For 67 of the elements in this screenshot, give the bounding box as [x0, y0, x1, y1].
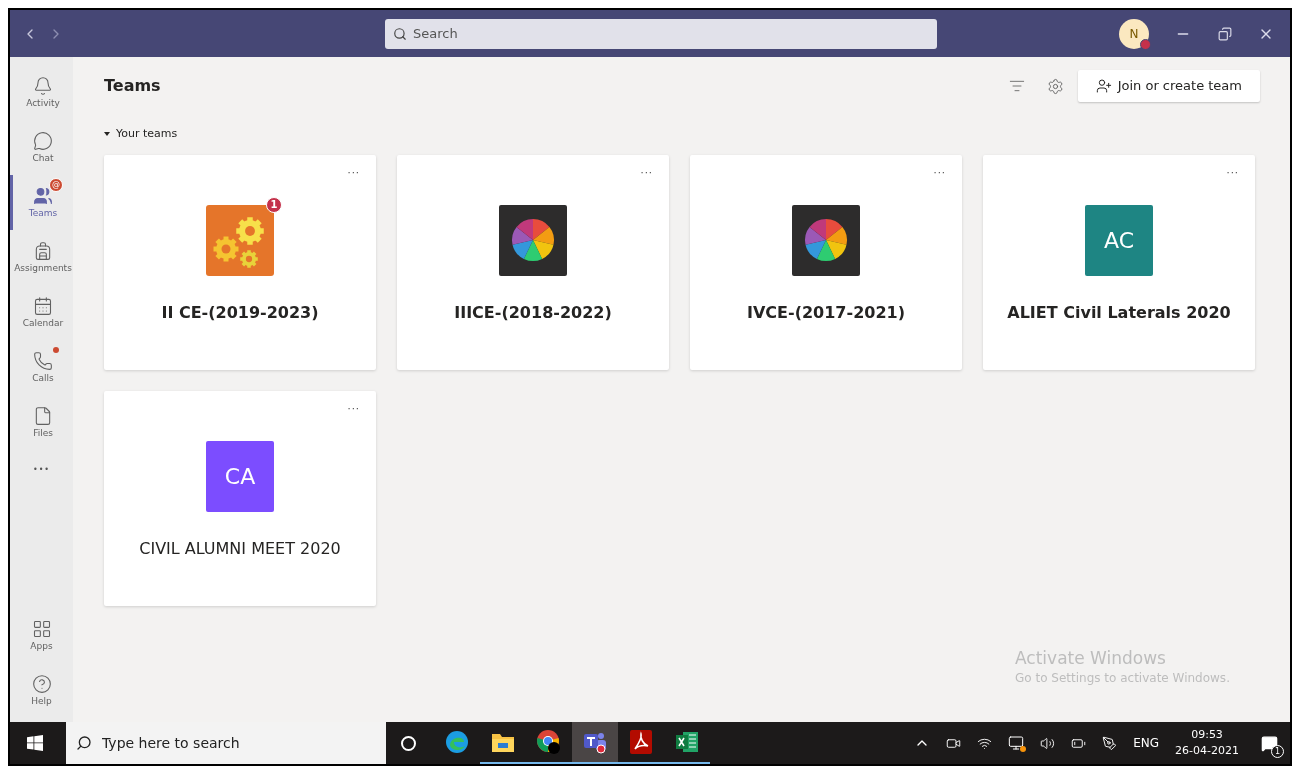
more-options-button[interactable]: ··· [347, 164, 360, 180]
page-title: Teams [104, 75, 161, 97]
team-name: IIICE-(2018-2022) [454, 301, 612, 324]
app-bar-item[interactable]: Apps [10, 608, 73, 663]
team-card[interactable]: ··· IIICE-(2018-2022) [397, 154, 669, 370]
team-card[interactable]: ··· CA CIVIL ALUMNI MEET 2020 [104, 390, 376, 606]
chrome-icon[interactable] [536, 729, 562, 755]
clock[interactable]: 09:53 26-04-2021 [1175, 727, 1239, 759]
people-icon [33, 186, 53, 206]
app-bar-item[interactable]: Chat [10, 120, 73, 175]
team-name: II CE-(2019-2023) [161, 301, 319, 324]
calendar-icon [33, 296, 53, 316]
team-name: IVCE-(2017-2021) [747, 301, 905, 324]
more-options-button[interactable]: ··· [347, 400, 360, 416]
app-bar-item[interactable]: Activity [10, 65, 73, 120]
team-avatar: CA [206, 440, 274, 512]
backpack-icon [33, 241, 53, 261]
mention-badge: @ [49, 178, 63, 192]
phone-icon [33, 351, 53, 371]
spreadsheet-icon[interactable] [675, 731, 699, 753]
app-bar-item[interactable]: Assignments [10, 230, 73, 285]
team-card[interactable]: ··· 1 II CE-(2019-2023) [104, 154, 376, 370]
notification-icon[interactable] [1261, 734, 1278, 752]
count-badge: 1 [266, 196, 282, 213]
search-icon [393, 26, 407, 41]
more-options-button[interactable]: ··· [933, 164, 946, 180]
pdf-icon[interactable] [630, 730, 652, 754]
chat-icon [33, 131, 53, 151]
restore-icon[interactable] [1218, 26, 1232, 41]
team-name: ALIET Civil Laterals 2020 [1007, 301, 1231, 324]
join-create-team-button[interactable]: Join or create team [1077, 70, 1260, 102]
filter-icon[interactable] [1008, 78, 1025, 94]
notification-count: 1 [1271, 744, 1284, 758]
volume-icon[interactable] [1040, 735, 1056, 751]
task-view-icon[interactable] [401, 735, 416, 751]
file-icon [33, 406, 53, 426]
bell-icon [33, 76, 53, 96]
user-avatar[interactable]: N [1119, 18, 1149, 49]
search-icon [76, 735, 92, 751]
app-bar-item[interactable]: Calendar [10, 285, 73, 340]
color-wheel-icon [499, 204, 567, 276]
more-apps-button[interactable]: ••• [32, 464, 51, 476]
app-bar-item[interactable]: Calls [10, 340, 73, 395]
help-icon [31, 674, 52, 694]
section-toggle[interactable]: Your teams [104, 126, 1260, 143]
color-wheel-icon [792, 204, 860, 276]
app-bar-item[interactable]: Files [10, 395, 73, 450]
app-bar-item[interactable]: Help [10, 663, 73, 718]
team-name: CIVIL ALUMNI MEET 2020 [139, 537, 341, 560]
search-field[interactable]: Search [385, 18, 937, 49]
settings-icon[interactable] [1046, 77, 1064, 95]
add-people-icon [1095, 78, 1112, 94]
wifi-icon[interactable] [977, 735, 993, 751]
monitor-icon[interactable] [1008, 735, 1025, 751]
pen-icon[interactable] [1102, 735, 1118, 751]
team-card[interactable]: ··· IVCE-(2017-2021) [690, 154, 962, 370]
taskbar-search-field[interactable]: Type here to search [66, 722, 386, 764]
windows-logo-icon[interactable] [27, 735, 43, 751]
apps-icon [31, 619, 52, 639]
team-avatar: AC [1085, 204, 1153, 276]
language-indicator[interactable]: ENG [1133, 734, 1160, 752]
taskbar-app[interactable] [572, 722, 618, 764]
folder-icon[interactable] [491, 731, 515, 753]
team-card[interactable]: ··· AC ALIET Civil Laterals 2020 [983, 154, 1255, 370]
more-options-button[interactable]: ··· [1226, 164, 1239, 180]
more-options-button[interactable]: ··· [640, 164, 653, 180]
edge-icon[interactable] [445, 730, 469, 754]
